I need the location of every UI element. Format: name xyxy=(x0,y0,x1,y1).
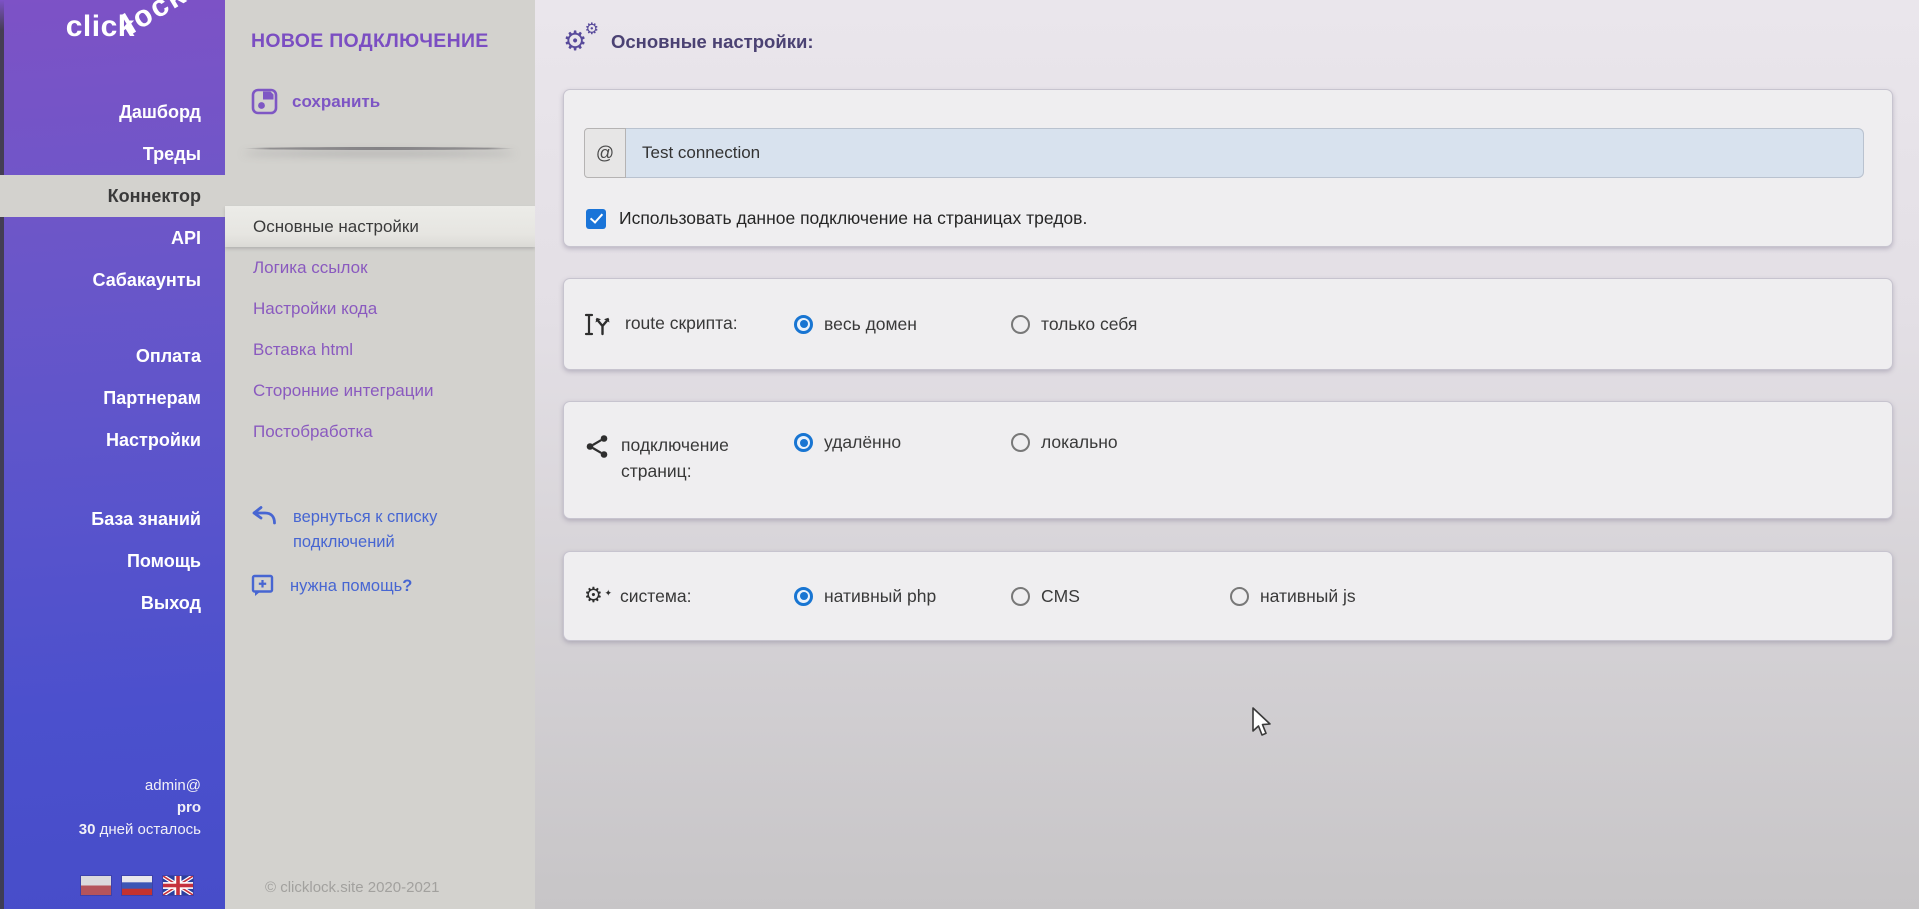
need-help-link[interactable]: нужна помощь? xyxy=(251,574,412,599)
user-info: admin@ pro 30 дней осталось xyxy=(79,775,201,841)
use-on-threads-row: Использовать данное подключение на стран… xyxy=(584,208,1864,229)
subnav-item-code-settings[interactable]: Настройки кода xyxy=(225,288,535,329)
radio-selected[interactable] xyxy=(794,315,813,334)
subnav-item-postprocessing[interactable]: Постобработка xyxy=(225,411,535,452)
system-option-native-php[interactable]: нативный php xyxy=(794,586,1011,607)
copyright-footer: © clicklock.site 2020-2021 xyxy=(265,879,439,896)
sidebar-item-knowledge-base[interactable]: База знаний xyxy=(0,498,225,540)
user-plan: pro xyxy=(79,797,201,819)
sidebar-item-api[interactable]: API xyxy=(0,217,225,259)
uk-flag[interactable] xyxy=(163,876,193,895)
subnav-item-html-insert[interactable]: Вставка html xyxy=(225,329,535,370)
system-card: ⚙✦ система: нативный php CMS нативный js xyxy=(563,551,1893,641)
system-option-label[interactable]: нативный php xyxy=(824,586,936,607)
system-option-label[interactable]: нативный js xyxy=(1260,586,1356,607)
panel-divider xyxy=(243,147,515,150)
route-option-whole-domain[interactable]: весь домен xyxy=(794,314,1011,335)
mouse-cursor xyxy=(1251,707,1273,737)
connector-panel: НОВОЕ ПОДКЛЮЧЕНИЕ сохранить Основные нас… xyxy=(225,0,535,909)
sidebar-item-settings[interactable]: Настройки xyxy=(0,419,225,461)
gears-icon: ⚙⚙ xyxy=(563,26,597,58)
sidebar: clicklock Дашборд Треды Коннектор API Са… xyxy=(0,0,225,909)
route-option-label[interactable]: весь домен xyxy=(824,314,917,335)
pages-option-label[interactable]: удалённо xyxy=(824,432,901,453)
need-help-label: нужна помощь? xyxy=(290,574,412,599)
route-card: route скрипта: весь домен только себя xyxy=(563,278,1893,370)
route-label: route скрипта: xyxy=(625,310,738,336)
system-option-label[interactable]: CMS xyxy=(1041,586,1080,607)
system-option-cms[interactable]: CMS xyxy=(1011,586,1230,607)
radio-selected[interactable] xyxy=(794,433,813,452)
route-option-only-self[interactable]: только себя xyxy=(1011,314,1230,335)
add-comment-icon xyxy=(251,574,274,597)
radio-selected[interactable] xyxy=(794,587,813,606)
page-connection-card: подключение страниц: удалённо локально xyxy=(563,401,1893,519)
save-button-label: сохранить xyxy=(292,92,380,112)
page-connection-field-label: подключение страниц: xyxy=(584,432,794,484)
sidebar-item-dashboard[interactable]: Дашборд xyxy=(0,91,225,133)
page-title: Основные настройки: xyxy=(611,31,814,53)
pages-option-label[interactable]: локально xyxy=(1041,432,1118,453)
user-email: admin@ xyxy=(79,775,201,797)
connection-name-input[interactable] xyxy=(626,128,1864,178)
pages-option-remote[interactable]: удалённо xyxy=(794,432,1011,453)
system-field-label: ⚙✦ система: xyxy=(584,583,794,609)
route-option-label[interactable]: только себя xyxy=(1041,314,1137,335)
sidebar-item-payment[interactable]: Оплата xyxy=(0,335,225,377)
subnav-item-link-logic[interactable]: Логика ссылок xyxy=(225,247,535,288)
back-to-list-link[interactable]: вернуться к списку подключений xyxy=(251,505,483,555)
radio-unselected[interactable] xyxy=(1011,433,1030,452)
brand-logo: clicklock xyxy=(66,10,203,44)
connection-name-card: @ Использовать данное подключение на стр… xyxy=(563,89,1893,247)
connector-subnav: Основные настройки Логика ссылок Настрой… xyxy=(225,206,535,452)
sidebar-group-gap xyxy=(0,301,225,335)
pages-option-local[interactable]: локально xyxy=(1011,432,1230,453)
sidebar-item-logout[interactable]: Выход xyxy=(0,582,225,624)
system-gear-icon: ⚙✦ xyxy=(584,584,610,608)
sidebar-item-partners[interactable]: Партнерам xyxy=(0,377,225,419)
share-icon xyxy=(584,433,611,460)
radio-unselected[interactable] xyxy=(1011,587,1030,606)
subnav-item-integrations[interactable]: Сторонние интеграции xyxy=(225,370,535,411)
main-header: ⚙⚙ Основные настройки: xyxy=(563,0,1893,60)
radio-unselected[interactable] xyxy=(1011,315,1030,334)
language-switcher xyxy=(81,876,193,895)
undo-arrow-icon xyxy=(251,505,277,527)
radio-unselected[interactable] xyxy=(1230,587,1249,606)
save-button[interactable]: сохранить xyxy=(251,88,380,115)
connection-name-group: @ xyxy=(584,128,1864,178)
sidebar-item-connector[interactable]: Коннектор xyxy=(0,175,225,217)
main-content: ⚙⚙ Основные настройки: @ Использовать да… xyxy=(535,0,1919,909)
save-floppy-icon xyxy=(251,88,278,115)
sidebar-nav: Дашборд Треды Коннектор API Сабакаунты О… xyxy=(0,91,225,624)
sidebar-group-gap xyxy=(0,461,225,498)
use-on-threads-label[interactable]: Использовать данное подключение на стран… xyxy=(619,208,1087,229)
route-field-label: route скрипта: xyxy=(584,310,794,338)
page-connection-label: подключение страниц: xyxy=(621,432,794,484)
system-label: система: xyxy=(620,583,691,609)
sidebar-item-subaccounts[interactable]: Сабакаунты xyxy=(0,259,225,301)
user-days-left: 30 дней осталось xyxy=(79,819,201,841)
sidebar-item-threads[interactable]: Треды xyxy=(0,133,225,175)
app-window: clicklock Дашборд Треды Коннектор API Са… xyxy=(0,0,1919,909)
route-split-icon xyxy=(584,311,615,338)
subnav-item-basic-settings[interactable]: Основные настройки xyxy=(225,206,535,247)
system-option-native-js[interactable]: нативный js xyxy=(1230,586,1356,607)
at-sign-addon: @ xyxy=(584,128,626,178)
panel-title: НОВОЕ ПОДКЛЮЧЕНИЕ xyxy=(251,30,489,53)
poland-flag[interactable] xyxy=(81,876,111,895)
use-on-threads-checkbox[interactable] xyxy=(586,209,606,229)
russia-flag[interactable] xyxy=(122,876,152,895)
sidebar-item-help[interactable]: Помощь xyxy=(0,540,225,582)
back-to-list-label: вернуться к списку подключений xyxy=(293,505,483,555)
